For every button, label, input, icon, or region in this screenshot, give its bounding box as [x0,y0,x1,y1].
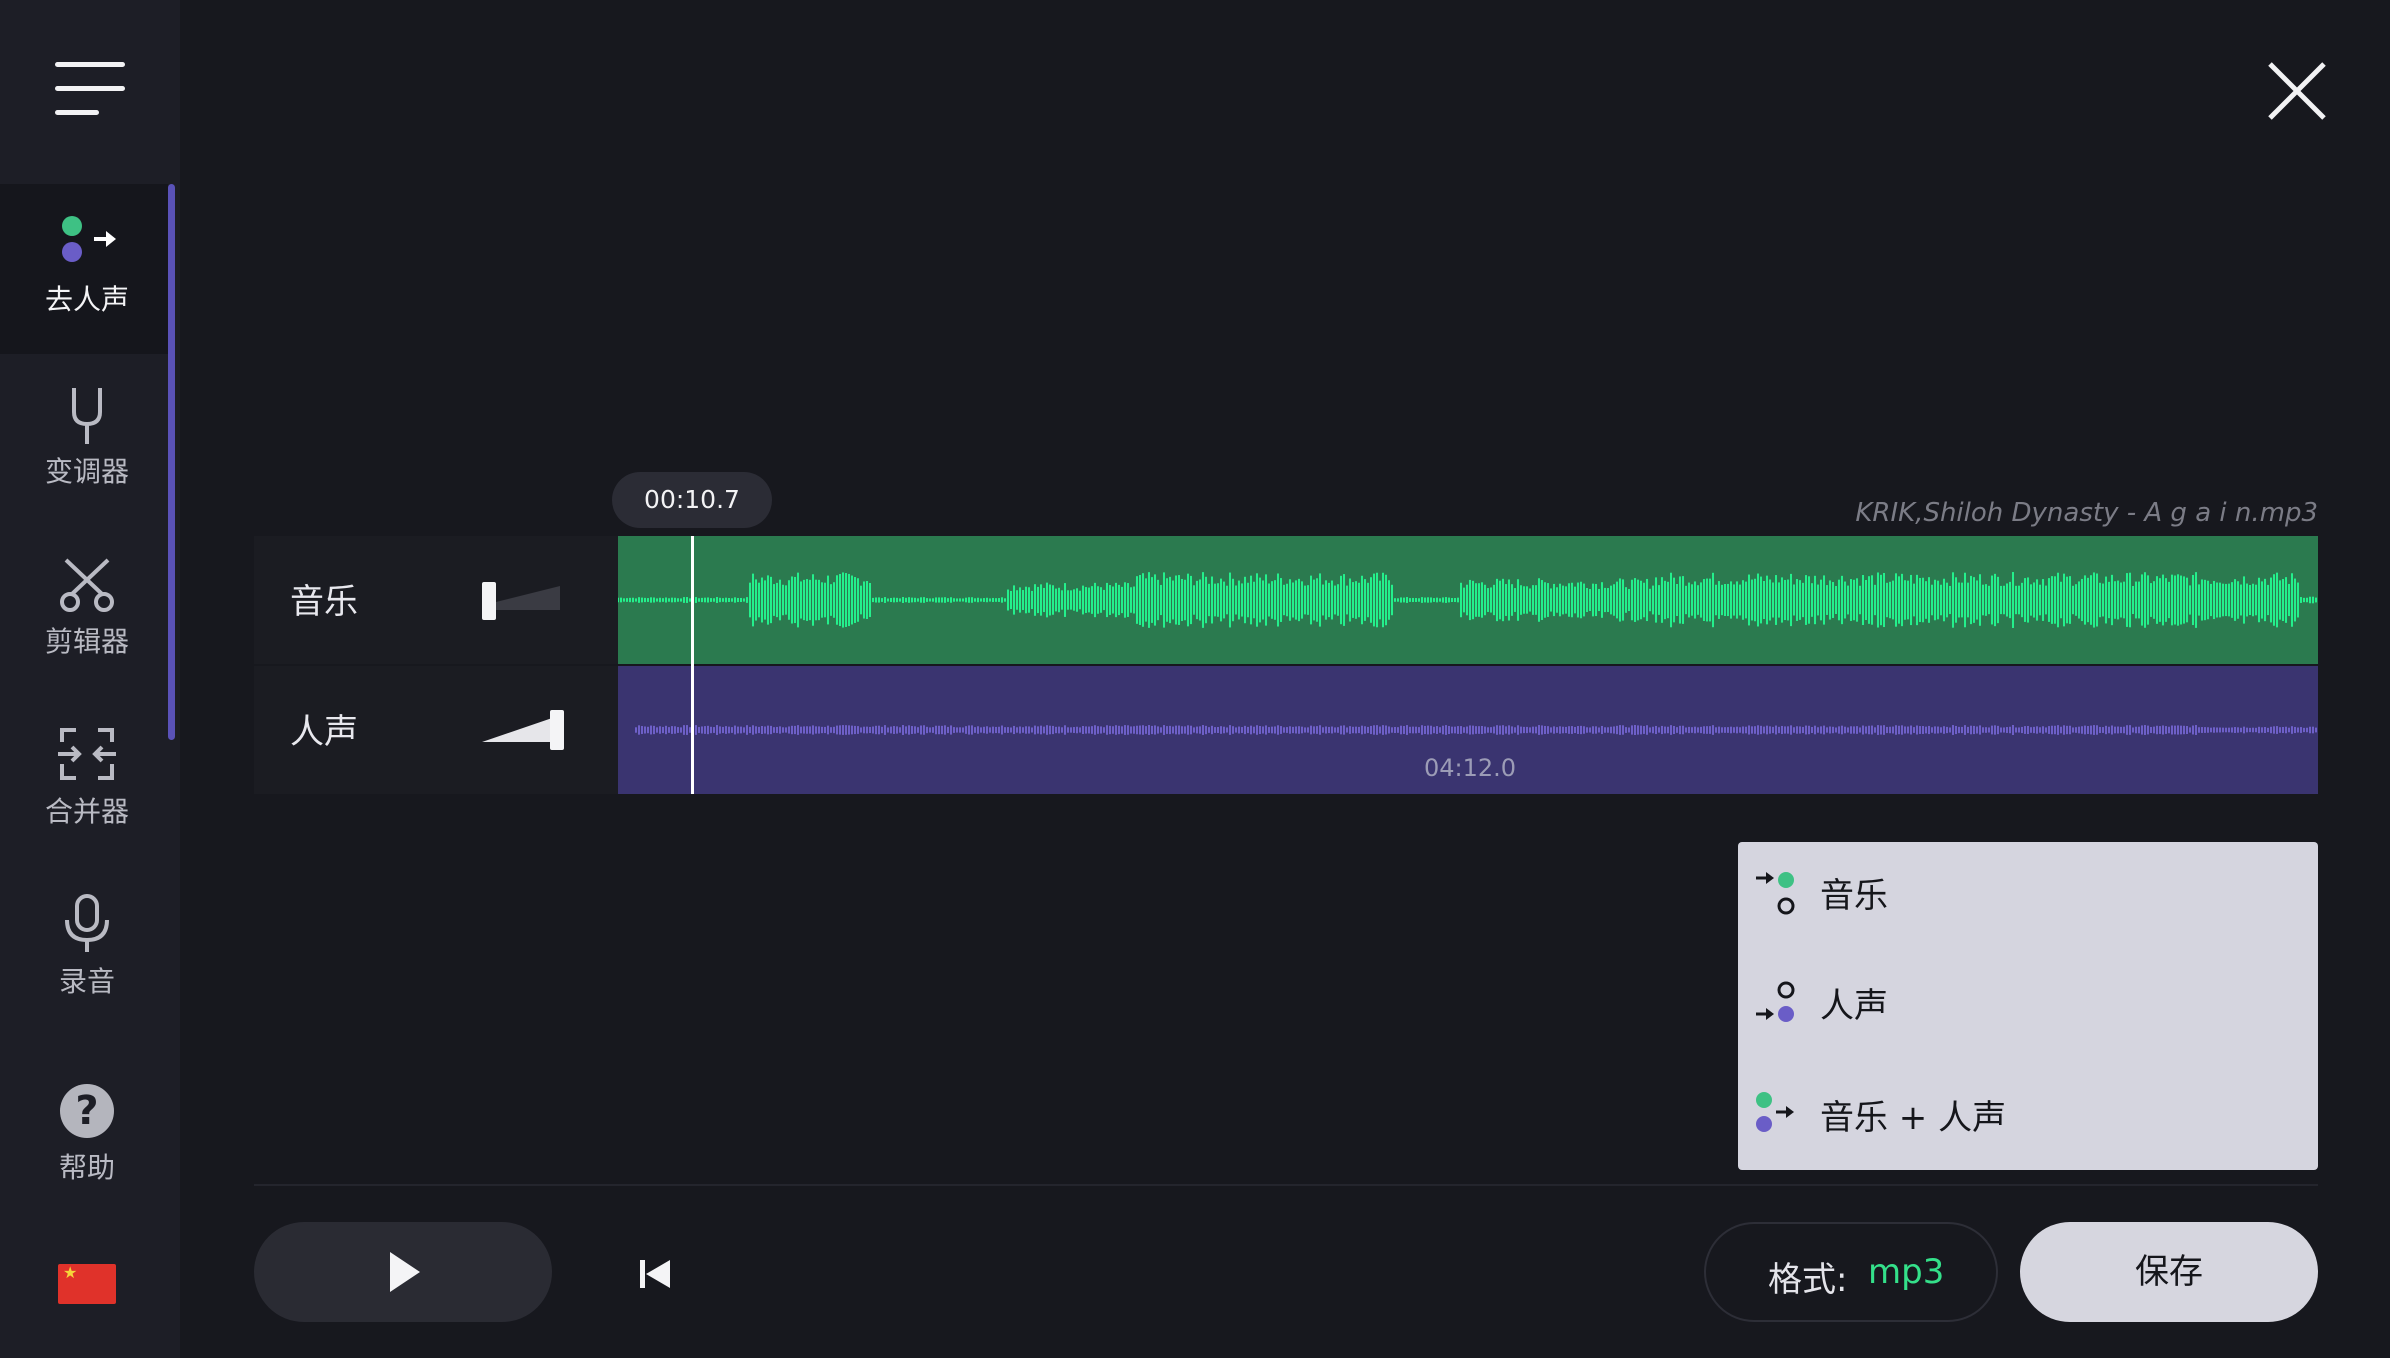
play-icon [390,1252,420,1292]
sidebar-item-cutter[interactable]: 剪辑器 [0,524,168,694]
format-label: 格式: [1768,1260,1848,1300]
hamburger-menu-icon[interactable] [55,62,127,118]
sidebar: 去人声 变调器 剪辑器 合并器 录音 ? 帮助 ★ [0,0,180,1358]
current-time-bubble: 00:10.7 [612,472,772,528]
close-icon[interactable] [2264,58,2330,124]
waveform-music[interactable] [618,536,2318,664]
tuning-fork-icon [72,388,102,444]
china-flag-icon[interactable]: ★ [58,1264,116,1304]
sidebar-item-label: 录音 [58,965,115,998]
sidebar-item-recorder[interactable]: 录音 [0,864,168,1034]
track-panel-music: 音乐 [254,536,618,664]
track-name: 人声 [290,712,358,752]
format-value: mp3 [1868,1252,1945,1292]
playhead[interactable] [691,536,694,794]
sidebar-item-merger[interactable]: 合并器 [0,694,168,864]
volume-slider-music[interactable] [480,576,580,626]
sidebar-item-label: 变调器 [44,455,129,488]
export-vocal-icon [1756,981,1795,1022]
export-options-menu: 音乐 人声 音乐 + 人声 [1738,842,2318,1170]
export-option-music-vocal[interactable]: 音乐 + 人声 [1738,1064,2318,1164]
skip-to-start-icon[interactable] [630,1254,682,1294]
vocal-remover-icon [62,216,116,262]
total-duration: 04:12.0 [1423,754,1517,782]
format-selector[interactable]: 格式: mp3 [1704,1222,1998,1322]
scissors-icon [60,558,114,612]
track-panel-vocal: 人声 [254,666,618,794]
sidebar-item-vocal-remover[interactable]: 去人声 [0,184,168,354]
export-option-vocal[interactable]: 人声 [1738,952,2318,1052]
save-button[interactable]: 保存 [2020,1222,2318,1322]
sidebar-item-label: 合并器 [44,795,129,828]
volume-slider-vocal[interactable] [480,706,580,756]
export-option-music[interactable]: 音乐 [1738,842,2318,942]
track-name: 音乐 [290,582,358,622]
sidebar-item-pitch-changer[interactable]: 变调器 [0,354,168,524]
merge-icon [58,728,116,780]
microphone-icon [65,894,109,952]
file-name: KRIK,Shiloh Dynasty - A g a i n.mp3 [1855,498,2318,528]
sidebar-item-label: 去人声 [44,283,129,316]
export-option-label: 音乐 + 人声 [1820,1098,2007,1138]
sidebar-item-label: 剪辑器 [44,625,129,658]
help-icon[interactable]: ? [60,1084,114,1138]
export-music-icon [1756,872,1795,915]
export-music-vocal-icon [1756,1092,1794,1132]
divider [254,1184,2318,1186]
help-label[interactable]: 帮助 [0,1146,174,1186]
play-button[interactable] [254,1222,552,1322]
export-option-label: 人声 [1820,986,1888,1026]
export-option-label: 音乐 [1820,876,1888,916]
